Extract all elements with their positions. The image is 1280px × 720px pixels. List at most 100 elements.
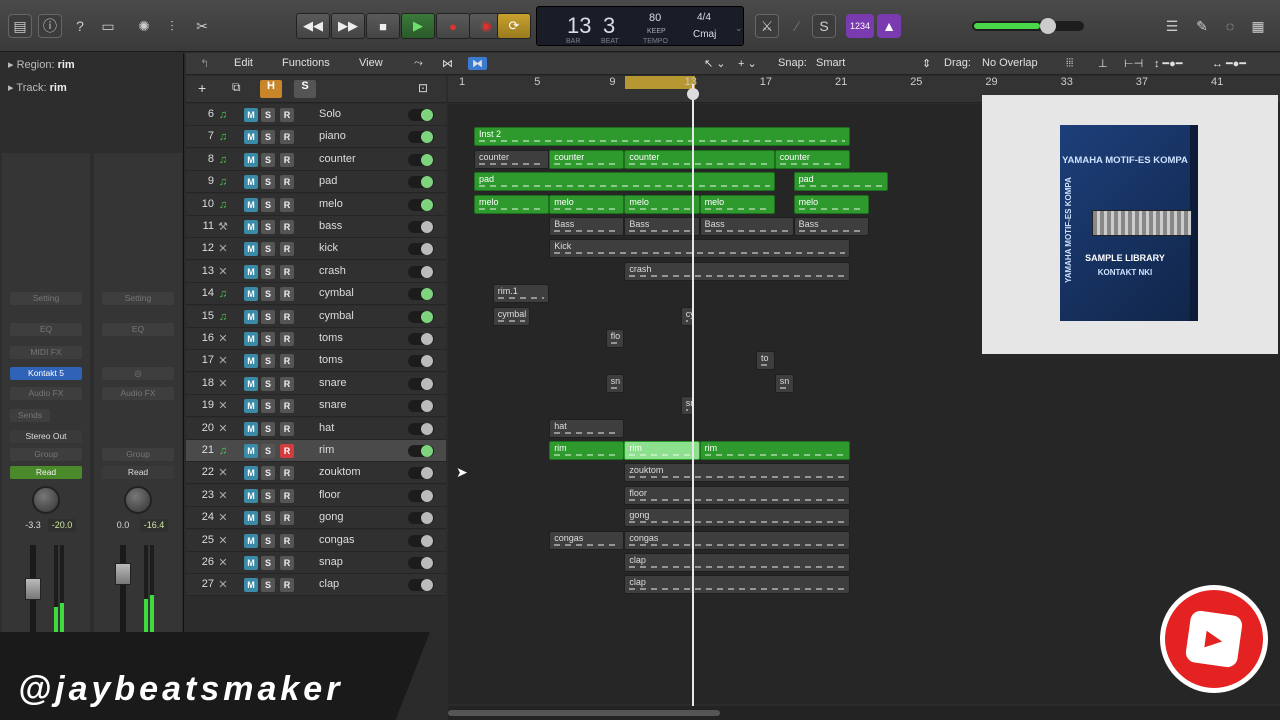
functions-menu[interactable]: Functions [282,57,330,69]
track-volume-slider[interactable] [408,310,434,323]
toolbar-icon[interactable]: ▭ [96,14,120,38]
track-volume-slider[interactable] [408,288,434,301]
track-row[interactable]: 17 ✕ M S Rtoms [186,350,446,373]
hide-button[interactable]: H [260,80,282,98]
record-enable-button[interactable]: R [280,130,294,145]
track-row[interactable]: 16 ✕ M S Rtoms [186,328,446,350]
solo-button[interactable]: S [261,556,275,570]
back-arrow-icon[interactable]: ↰ [200,57,209,70]
snap-select[interactable]: Smart [816,57,845,69]
mute-button[interactable]: M [244,220,258,234]
group-slot[interactable]: Group [10,448,82,461]
volume-fader-cap[interactable] [115,563,131,585]
record-enable-button[interactable]: R [280,399,294,414]
tuner-icon[interactable]: ⚔ [755,14,779,38]
track-row[interactable]: 21 ♫ M S Rrim [186,440,446,462]
solo-button[interactable]: S [261,220,275,234]
mute-button[interactable]: M [244,556,258,570]
record-enable-button[interactable]: R [280,108,294,122]
solo-button[interactable]: S [261,421,275,436]
loop-browser-icon[interactable]: ◌ [1218,14,1242,38]
midi-fx-slot[interactable]: MIDI FX [10,346,82,359]
track-row[interactable]: 23 ✕ M S Rfloor [186,484,446,507]
track-row[interactable]: 10 ♫ M S Rmelo [186,193,446,216]
editors-icon[interactable]: ✂ [190,14,214,38]
record-enable-button[interactable]: R [280,287,294,302]
global-solo-button[interactable]: S [294,80,316,98]
region[interactable]: cymbal [492,306,531,326]
drag-select[interactable]: No Overlap [982,57,1038,69]
region[interactable]: Bass [699,217,794,236]
audio-fx-slot[interactable]: Audio FX [102,387,174,400]
track-volume-slider[interactable] [408,131,434,144]
cycle-button[interactable]: ⟳ [497,13,531,39]
mute-button[interactable]: M [244,578,258,593]
record-enable-button[interactable]: R [280,578,294,593]
region[interactable]: crash [624,261,850,281]
solo-button[interactable]: S [261,152,275,167]
region[interactable]: melo [549,194,625,214]
track-volume-slider[interactable] [408,445,434,457]
solo-button[interactable]: S [261,578,275,593]
record-enable-button[interactable]: R [280,533,294,548]
record-enable-button[interactable]: R [280,556,294,570]
region[interactable]: counter [549,149,625,169]
region[interactable]: rim [699,441,850,460]
setting-button[interactable]: Setting [102,292,174,305]
track-row[interactable]: 26 ✕ M S Rsnap [186,552,446,574]
track-row[interactable]: 13 ✕ M S Rcrash [186,260,446,283]
forward-button[interactable]: ▶▶ [331,13,365,39]
flex-icon[interactable]: ⤳ [414,57,423,70]
lcd-display[interactable]: 13 3 BAR BEAT 80 KEEP TEMPO 4/4 Cmaj ⌄ [536,6,744,46]
region[interactable]: gong [624,508,850,528]
region[interactable]: Kick [549,239,850,259]
pencil-tool-icon[interactable]: + ⌄ [738,57,757,70]
solo-button[interactable]: S [261,376,275,391]
track-row[interactable]: 19 ✕ M S Rsnare [186,395,446,418]
track-volume-slider[interactable] [408,355,434,368]
collapse-icon[interactable]: ⊡ [418,81,428,95]
catch-icon[interactable]: ⋈ [442,57,453,70]
track-row[interactable]: 22 ✕ M S Rzouktom [186,462,446,485]
add-track-icon[interactable]: + [198,80,206,96]
solo-button[interactable]: S [261,130,275,145]
mute-button[interactable]: M [244,444,258,458]
track-row[interactable]: 8 ♫ M S Rcounter [186,148,446,171]
smart-controls-icon[interactable]: ✺ [132,14,156,38]
region-inspector-row[interactable]: ▸ Region: rim [8,58,75,71]
record-enable-button[interactable]: R [280,376,294,391]
instrument-slot[interactable]: Kontakt 5 [10,367,82,380]
track-row[interactable]: 6 ♫ M S R Solo [186,104,446,126]
record-enable-button[interactable]: R [280,197,294,212]
horizontal-zoom-icon[interactable]: ↔ ━●━ [1212,57,1246,70]
automation-mode[interactable]: Read [10,466,82,479]
snap-chevron-icon[interactable]: ⇕ [922,57,931,70]
record-enable-button[interactable]: R [280,466,294,481]
record-enable-button[interactable]: R [280,488,294,503]
solo-button[interactable]: S [261,332,275,346]
solo-button[interactable]: S [261,399,275,414]
master-volume-handle[interactable] [1040,18,1056,34]
record-enable-button[interactable]: R [280,152,294,167]
track-row[interactable]: 25 ✕ M S Rcongas [186,529,446,552]
record-enable-button[interactable]: R [280,354,294,369]
region[interactable]: floor [624,485,850,505]
region[interactable]: melo [699,194,775,214]
region[interactable]: flo [605,329,625,348]
mute-button[interactable]: M [244,242,258,257]
horizontal-scrollbar[interactable] [448,706,1280,720]
mute-button[interactable]: M [244,264,258,279]
mute-button[interactable]: M [244,466,258,481]
pan-knob[interactable] [32,486,60,514]
master-volume-slider[interactable] [972,18,1084,34]
track-volume-slider[interactable] [408,198,434,211]
subscribe-button[interactable]: ▶ [1160,585,1268,693]
region[interactable]: clap [624,553,850,572]
metronome-button[interactable]: ▲ [877,14,901,38]
volume-fader-track[interactable] [120,545,126,635]
view-menu[interactable]: View [359,57,383,69]
eq-button[interactable]: EQ [102,323,174,336]
solo-button[interactable]: S [261,287,275,302]
vertical-zoom-icon[interactable]: ↕ ━●━ [1154,57,1182,70]
track-volume-slider[interactable] [408,534,434,547]
